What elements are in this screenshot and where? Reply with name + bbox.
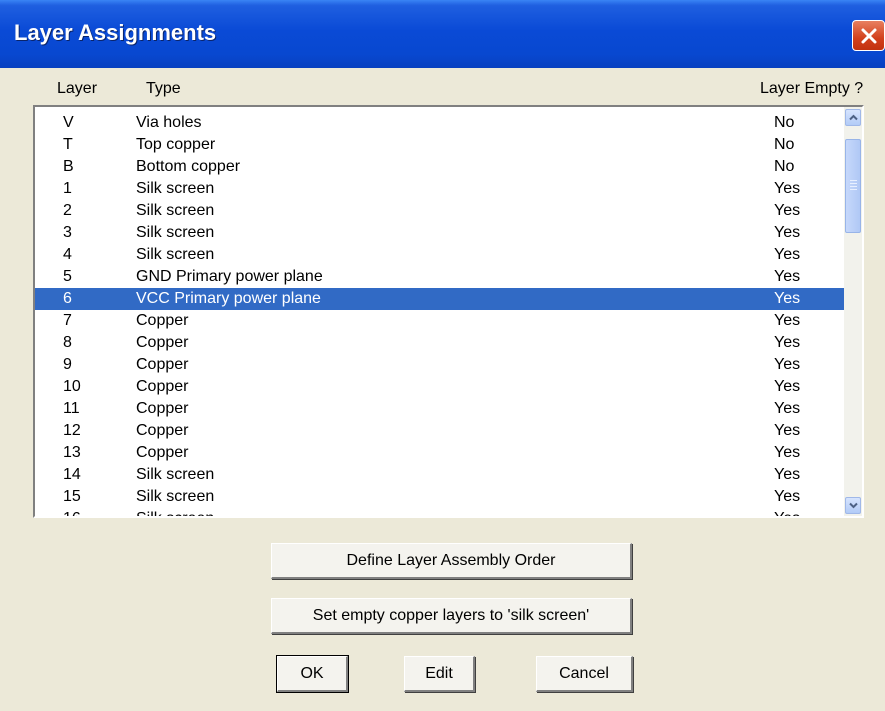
list-item[interactable]: 13 Copper Yes [35, 442, 848, 464]
list-item[interactable]: B Bottom copper No [35, 156, 848, 178]
chevron-down-icon [849, 502, 858, 509]
type-cell: GND Primary power plane [136, 268, 323, 285]
vertical-scrollbar[interactable] [844, 107, 862, 516]
scroll-up-button[interactable] [845, 109, 861, 126]
layer-empty-cell: No [774, 158, 795, 175]
title-bar: Layer Assignments [0, 0, 885, 68]
list-item[interactable]: 4 Silk screen Yes [35, 244, 848, 266]
scroll-down-button[interactable] [845, 497, 861, 514]
type-cell: Top copper [136, 136, 216, 153]
layer-rows: V Via holes No T Top copper No B Bottom copper N… [35, 112, 848, 516]
layer-cell: 11 [63, 400, 80, 417]
type-cell: Silk screen [136, 246, 215, 263]
list-item[interactable]: 15 Silk screen Yes [35, 486, 848, 508]
type-cell: Silk screen [136, 508, 214, 516]
list-item[interactable]: 12 Copper Yes [35, 420, 848, 442]
type-cell: Silk screen [136, 202, 215, 219]
layer-empty-cell: Yes [774, 312, 801, 329]
type-cell: Copper [136, 422, 189, 439]
close-icon [861, 28, 877, 44]
list-item[interactable]: 11 Copper Yes [35, 398, 848, 420]
column-header-layer-empty: Layer Empty ? [760, 80, 864, 97]
layer-cell: 16 [63, 508, 81, 516]
layer-empty-cell: Yes [774, 180, 801, 197]
layer-empty-cell: Yes [774, 356, 801, 373]
column-header-layer: Layer [57, 80, 98, 97]
layer-empty-cell: Yes [774, 202, 801, 219]
layer-cell: 10 [63, 378, 81, 395]
layer-cell: 14 [63, 466, 81, 483]
scrollbar-thumb[interactable] [845, 139, 861, 233]
layer-cell: 9 [63, 356, 72, 373]
layer-cell: 5 [63, 268, 72, 285]
layer-empty-cell: No [774, 114, 795, 131]
layer-cell: 3 [63, 224, 72, 241]
type-cell: VCC Primary power plane [136, 290, 321, 307]
ok-button[interactable]: OK [276, 655, 349, 693]
type-cell: Bottom copper [136, 158, 241, 175]
layer-empty-cell: Yes [774, 444, 801, 461]
type-cell: Silk screen [136, 224, 215, 241]
list-item[interactable]: T Top copper No [35, 134, 848, 156]
list-item[interactable]: 10 Copper Yes [35, 376, 848, 398]
layer-empty-cell: Yes [774, 268, 801, 285]
type-cell: Silk screen [136, 488, 215, 505]
layer-empty-cell: Yes [774, 488, 801, 505]
list-item[interactable]: 1 Silk screen Yes [35, 178, 848, 200]
layer-empty-cell: Yes [774, 246, 801, 263]
layer-cell: 15 [63, 488, 81, 505]
type-cell: Silk screen [136, 180, 215, 197]
layer-cell: 7 [63, 312, 72, 329]
column-header-type: Type [146, 80, 181, 97]
layer-empty-cell: Yes [774, 290, 801, 307]
layer-cell: 6 [63, 290, 72, 307]
layer-cell: T [63, 136, 73, 153]
layer-cell: 4 [63, 246, 72, 263]
window-title: Layer Assignments [14, 20, 217, 45]
layer-cell: B [63, 158, 74, 175]
type-cell: Copper [136, 444, 189, 461]
layer-cell: 8 [63, 334, 72, 351]
layer-empty-cell: No [774, 136, 795, 153]
edit-button[interactable]: Edit [404, 656, 475, 692]
layer-empty-cell: Yes [774, 466, 801, 483]
list-item[interactable]: 14 Silk screen Yes [35, 464, 848, 486]
layer-list[interactable]: V Via holes No T Top copper No B Bottom copper N… [33, 105, 864, 518]
type-cell: Copper [136, 356, 189, 373]
grip-icon [850, 180, 857, 192]
layer-cell: 12 [63, 422, 81, 439]
list-item[interactable]: 9 Copper Yes [35, 354, 848, 376]
layer-empty-cell: Yes [774, 422, 801, 439]
type-cell: Copper [136, 378, 189, 395]
layer-empty-cell: Yes [774, 378, 801, 395]
type-cell: Via holes [136, 114, 202, 131]
chevron-up-icon [849, 114, 858, 121]
list-item[interactable]: 7 Copper Yes [35, 310, 848, 332]
list-item[interactable]: 2 Silk screen Yes [35, 200, 848, 222]
type-cell: Copper [136, 334, 189, 351]
close-button[interactable] [852, 20, 885, 51]
layer-cell: 13 [63, 444, 81, 461]
layer-empty-cell: Yes [774, 508, 800, 516]
list-item[interactable]: 8 Copper Yes [35, 332, 848, 354]
set-empty-copper-to-silk-button[interactable]: Set empty copper layers to 'silk screen' [271, 598, 632, 634]
layer-cell: 1 [63, 180, 72, 197]
layer-empty-cell: Yes [774, 334, 801, 351]
layer-empty-cell: Yes [774, 224, 801, 241]
type-cell: Copper [136, 312, 189, 329]
list-item[interactable]: 6 VCC Primary power plane Yes [35, 288, 848, 310]
cancel-button[interactable]: Cancel [536, 656, 633, 692]
type-cell: Copper [136, 400, 189, 417]
list-item[interactable]: 5 GND Primary power plane Yes [35, 266, 848, 288]
type-cell: Silk screen [136, 466, 215, 483]
define-layer-assembly-order-button[interactable]: Define Layer Assembly Order [271, 543, 632, 579]
layer-cell: 2 [63, 202, 72, 219]
layer-empty-cell: Yes [774, 400, 801, 417]
list-item[interactable]: V Via holes No [35, 112, 848, 134]
list-item[interactable]: 3 Silk screen Yes [35, 222, 848, 244]
list-item[interactable]: 16 Silk screen Yes [35, 508, 848, 516]
layer-cell: V [63, 114, 74, 131]
